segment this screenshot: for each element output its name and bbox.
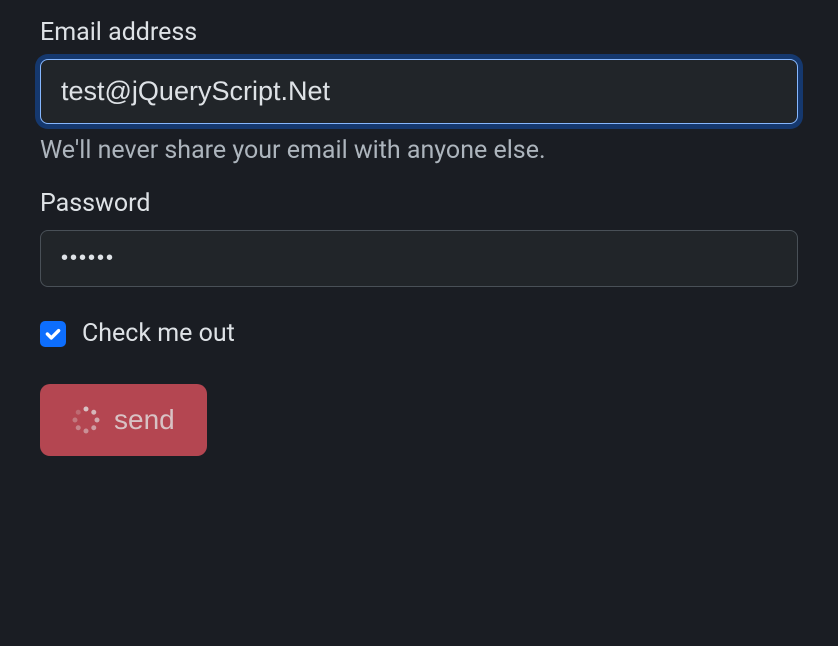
checkbox-group: Check me out xyxy=(40,319,798,348)
send-button[interactable]: send xyxy=(40,384,207,456)
form: Email address We'll never share your ema… xyxy=(40,18,798,456)
email-label: Email address xyxy=(40,18,798,47)
email-group: Email address We'll never share your ema… xyxy=(40,18,798,165)
email-help-text: We'll never share your email with anyone… xyxy=(40,136,798,165)
check-me-out-checkbox[interactable] xyxy=(40,321,66,347)
spinner-icon xyxy=(72,406,100,434)
password-label: Password xyxy=(40,189,798,218)
password-group: Password xyxy=(40,189,798,287)
checkbox-label[interactable]: Check me out xyxy=(82,319,235,348)
send-button-label: send xyxy=(114,404,175,436)
password-field[interactable] xyxy=(40,230,798,287)
check-icon xyxy=(44,325,62,343)
email-field[interactable] xyxy=(40,59,798,124)
